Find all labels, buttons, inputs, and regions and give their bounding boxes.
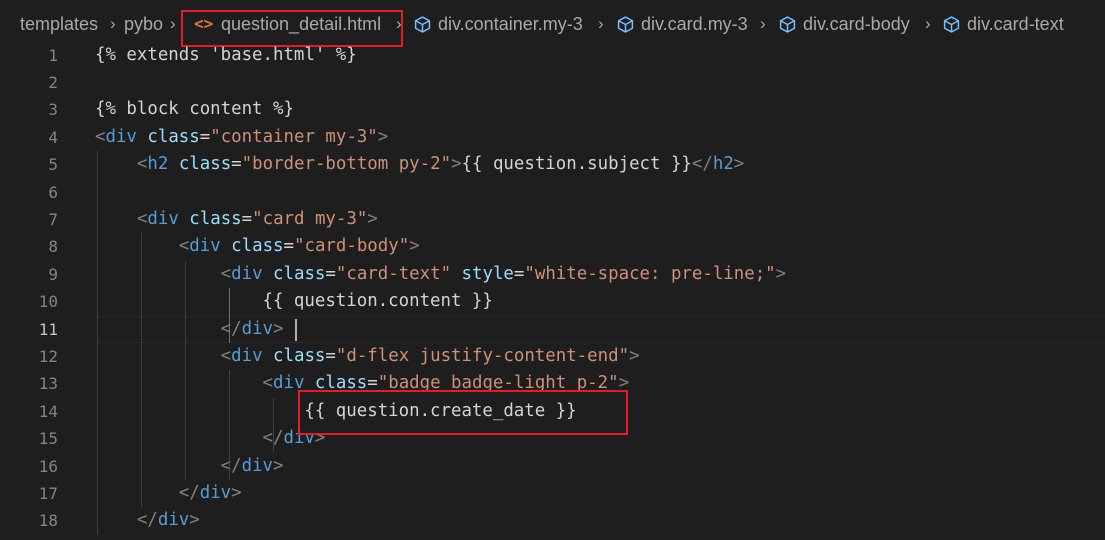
code-text[interactable]: {% extends 'base.html' %} <box>95 42 357 69</box>
symbol-element-icon <box>414 16 431 33</box>
code-line[interactable]: 10 {{ question.content }} <box>0 288 1105 315</box>
indent-guide <box>229 370 230 480</box>
code-line[interactable]: 2 <box>0 69 1105 96</box>
code-text[interactable]: {{ question.content }} <box>95 288 493 315</box>
line-number: 17 <box>38 483 58 503</box>
code-text[interactable]: <h2 class="border-bottom py-2">{{ questi… <box>95 151 744 178</box>
code-editor[interactable]: 1 {% extends 'base.html' %} 2 3 {% block con… <box>0 41 1105 540</box>
code-text[interactable]: {% block content %} <box>95 96 294 123</box>
indent-guide <box>229 288 230 343</box>
line-number: 2 <box>48 72 58 92</box>
line-number: 4 <box>48 127 58 147</box>
code-text[interactable]: <div class="container my-3"> <box>95 124 388 151</box>
code-line[interactable]: 6 <box>0 179 1105 206</box>
line-number: 12 <box>38 346 58 366</box>
line-number: 6 <box>48 182 58 202</box>
symbol-element-icon <box>617 16 634 33</box>
code-line[interactable]: 3 {% block content %} <box>0 96 1105 123</box>
line-number: 1 <box>48 45 58 65</box>
chevron-right-icon: › <box>110 14 116 33</box>
line-number: 7 <box>48 209 58 229</box>
indent-guide <box>273 397 274 453</box>
symbol-element-icon <box>943 16 960 33</box>
chevron-right-icon: › <box>925 14 931 33</box>
breadcrumb-item-templates[interactable]: templates <box>20 14 98 34</box>
line-number: 16 <box>38 456 58 476</box>
code-line[interactable]: 5 <h2 class="border-bottom py-2">{{ ques… <box>0 151 1105 178</box>
line-number: 11 <box>38 319 58 339</box>
code-line[interactable]: 4 <div class="container my-3"> <box>0 124 1105 151</box>
line-number: 5 <box>48 155 58 175</box>
code-text[interactable]: <div class="d-flex justify-content-end"> <box>95 343 640 370</box>
breadcrumb-item-card[interactable]: div.card.my-3 <box>641 14 748 34</box>
breadcrumb-item-pybo[interactable]: pybo <box>124 14 163 34</box>
line-number: 9 <box>48 264 58 284</box>
code-line[interactable]: 11 </div> <box>0 315 1105 343</box>
chevron-right-icon: › <box>170 14 176 33</box>
code-text[interactable]: <div class="card-body"> <box>95 233 420 260</box>
breadcrumb-item-card-body[interactable]: div.card-body <box>803 14 910 34</box>
code-line[interactable]: 8 <div class="card-body"> <box>0 233 1105 260</box>
text-cursor <box>295 318 297 341</box>
code-text[interactable]: <div class="card my-3"> <box>95 206 378 233</box>
line-number: 3 <box>48 100 58 120</box>
highlight-box-create-date <box>298 390 628 435</box>
code-line[interactable]: 9 <div class="card-text" style="white-sp… <box>0 261 1105 288</box>
line-number: 8 <box>48 237 58 257</box>
breadcrumb: templates › pybo › <> question_detail.ht… <box>0 0 1105 47</box>
code-line[interactable]: 7 <div class="card my-3"> <box>0 206 1105 233</box>
code-line[interactable]: 17 </div> <box>0 480 1105 507</box>
line-number: 18 <box>38 511 58 531</box>
chevron-right-icon: › <box>760 14 766 33</box>
code-line[interactable]: 12 <div class="d-flex justify-content-en… <box>0 343 1105 370</box>
line-number: 10 <box>38 292 58 312</box>
code-text[interactable]: <div class="card-text" style="white-spac… <box>95 261 787 288</box>
symbol-element-icon <box>779 16 796 33</box>
code-text[interactable]: </div> <box>95 507 200 534</box>
code-line[interactable]: 18 </div> <box>0 507 1105 534</box>
indent-guide <box>97 151 98 535</box>
code-text[interactable]: </div> <box>95 316 284 343</box>
chevron-right-icon: › <box>598 14 604 33</box>
indent-guide <box>185 260 186 480</box>
code-text[interactable]: </div> <box>95 453 284 480</box>
line-number: 14 <box>38 401 58 421</box>
breadcrumb-item-card-text[interactable]: div.card-text <box>967 14 1064 34</box>
code-text[interactable]: </div> <box>95 425 326 452</box>
code-line[interactable]: 16 </div> <box>0 453 1105 480</box>
code-text[interactable]: </div> <box>95 480 242 507</box>
code-line[interactable]: 1 {% extends 'base.html' %} <box>0 42 1105 69</box>
line-number: 15 <box>38 429 58 449</box>
indent-guide <box>141 233 142 508</box>
line-number: 13 <box>38 374 58 394</box>
breadcrumb-item-container[interactable]: div.container.my-3 <box>438 14 583 34</box>
